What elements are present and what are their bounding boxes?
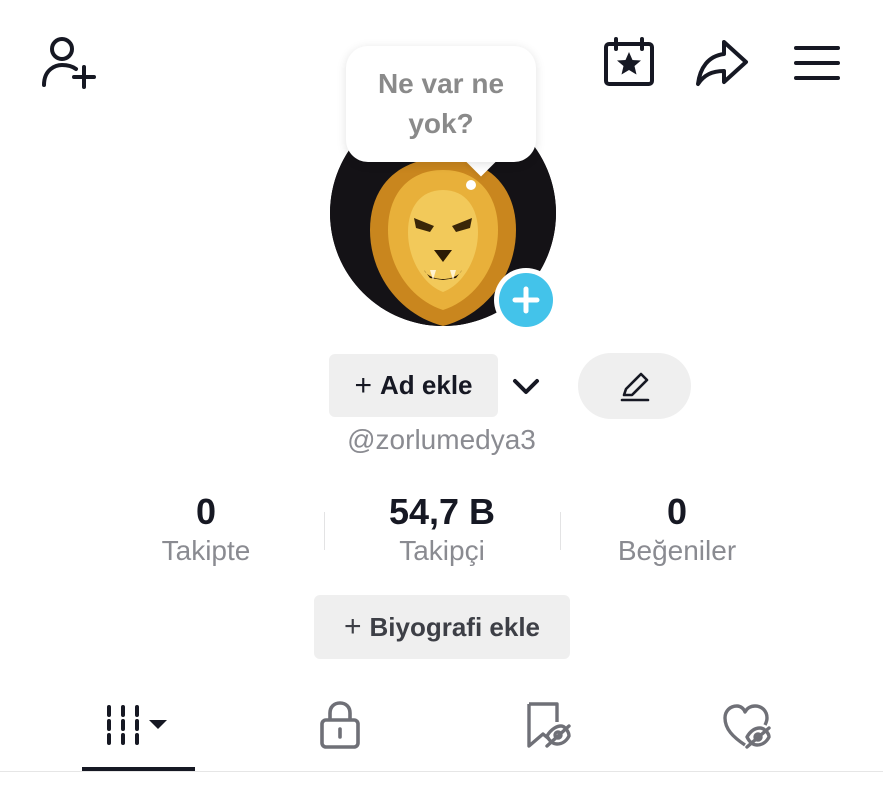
add-bio-button[interactable]: + Biyografi ekle [314,595,570,659]
stat-followers[interactable]: 54,7 B Takipçi [332,490,552,568]
stat-likes-label: Beğeniler [617,535,737,566]
plus-icon: + [354,368,373,402]
pencil-icon [620,372,649,402]
bookmark-hidden-icon [527,702,571,748]
tab-private[interactable] [290,690,390,760]
tab-saved[interactable] [497,690,597,760]
share-arrow-icon[interactable] [692,36,752,90]
stat-following[interactable]: 0 Takipte [96,490,316,568]
plus-icon [499,273,553,327]
chevron-down-icon[interactable] [506,370,546,404]
calendar-star-icon[interactable] [600,36,658,88]
heart-hidden-icon [723,704,771,749]
add-name-button[interactable]: + Ad ekle [329,354,498,417]
add-bio-label: Biyografi ekle [369,611,541,642]
stat-likes-value: 0 [666,491,688,532]
add-name-label: Ad ekle [380,370,473,400]
tab-videos[interactable] [82,690,195,760]
stat-followers-label: Takipçi [399,535,485,566]
username: @zorlumedya3 [347,424,536,455]
stat-following-value: 0 [195,491,217,532]
status-bubble-text: Ne var ne yok? [377,68,505,139]
bubble-dot [466,180,476,190]
status-bubble[interactable]: Ne var ne yok? [346,46,536,162]
edit-profile-button[interactable] [578,353,691,419]
stat-divider [560,512,561,550]
tab-divider [0,771,883,772]
lock-icon [320,701,360,749]
hamburger-menu-icon[interactable] [790,40,844,86]
stat-following-label: Takipte [161,535,251,566]
add-avatar-button[interactable] [494,268,558,332]
tab-liked[interactable] [697,690,797,760]
plus-icon: + [343,610,362,643]
stat-followers-value: 54,7 B [388,491,496,532]
person-add-icon[interactable] [34,34,98,92]
stat-likes[interactable]: 0 Beğeniler [567,490,787,568]
stat-divider [324,512,325,550]
videos-grid-icon [106,705,167,745]
